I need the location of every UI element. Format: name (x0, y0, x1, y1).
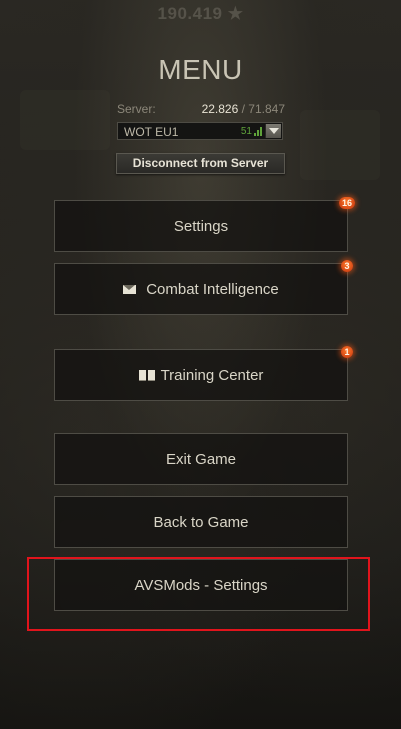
combat-intelligence-button[interactable]: Combat Intelligence (54, 263, 348, 315)
settings-notification-badge: 16 (339, 197, 356, 209)
server-select[interactable]: WOT EU1 51 (117, 122, 283, 140)
settings-label: Settings (173, 217, 229, 235)
background-scenery (20, 90, 110, 150)
background-scenery (300, 110, 380, 180)
server-label: Server: (117, 102, 156, 116)
game-menu-screen: 190.419 ★ MENU Server: 22.826 / 71.847 W… (0, 0, 401, 729)
exit-game-label: Exit Game (165, 450, 237, 468)
server-name: WOT EU1 (124, 125, 179, 139)
server-player-count: 22.826 / 71.847 (202, 102, 285, 116)
settings-button[interactable]: Settings (54, 200, 348, 252)
book-icon (138, 370, 155, 381)
signal-bars-icon (254, 127, 262, 136)
avsmods-settings-label: AVSMods - Settings (134, 576, 268, 594)
combat-intelligence-notification-badge: 3 (341, 260, 353, 272)
players-online: 22.826 (201, 102, 239, 116)
training-center-notification-badge: 1 (341, 346, 353, 358)
server-ping: 51 (240, 126, 252, 137)
players-total: 71.847 (248, 102, 285, 116)
count-separator: / (238, 102, 249, 116)
training-center-button[interactable]: Training Center (54, 349, 348, 401)
avsmods-settings-button[interactable]: AVSMods - Settings (54, 559, 348, 611)
envelope-icon (123, 284, 137, 294)
training-center-label: Training Center (160, 366, 264, 384)
disconnect-button[interactable]: Disconnect from Server (116, 153, 285, 174)
chevron-down-icon[interactable] (265, 124, 281, 138)
combat-intelligence-label: Combat Intelligence (146, 280, 279, 298)
back-to-game-label: Back to Game (153, 513, 249, 531)
page-title: MENU (158, 54, 243, 85)
back-to-game-button[interactable]: Back to Game (54, 496, 348, 548)
exit-game-button[interactable]: Exit Game (54, 433, 348, 485)
gold-balance: 190.419 ★ (157, 4, 244, 23)
